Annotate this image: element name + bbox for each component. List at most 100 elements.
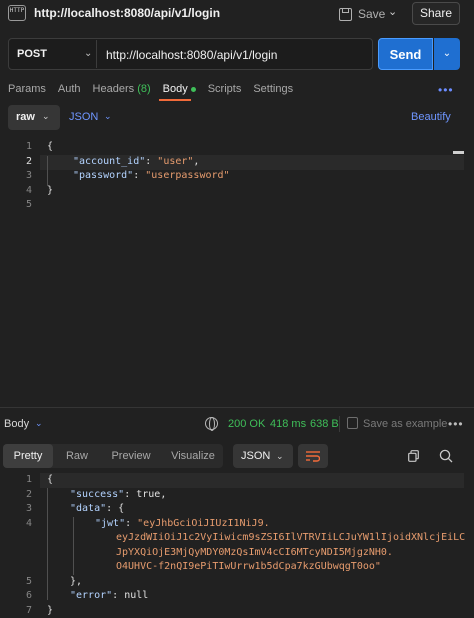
share-button[interactable]: Share: [412, 2, 460, 25]
tab-visualize[interactable]: Visualize: [162, 444, 224, 468]
json-key: "data": [70, 503, 107, 514]
method-chevron-down-icon[interactable]: ⌄: [84, 48, 92, 59]
code-token: {: [47, 474, 54, 485]
body-language-chevron-down-icon[interactable]: ⌄: [104, 111, 112, 122]
json-key: "success": [70, 488, 125, 500]
line-number: 5: [25, 199, 32, 210]
code-line: 3 "data": {: [0, 502, 474, 517]
line-number: 1: [25, 141, 32, 152]
tab-preview[interactable]: Preview: [104, 444, 158, 468]
more-options-icon[interactable]: •••: [438, 83, 454, 97]
tab-headers-label: Headers: [92, 83, 135, 95]
code-token: "jwt": "eyJhbGciOiJIUzI1NiJ9.: [95, 517, 270, 529]
tab-body[interactable]: Body: [163, 83, 196, 95]
code-token: {: [47, 141, 54, 152]
save-icon: [339, 7, 352, 21]
code-token: "success": true,: [70, 488, 167, 500]
tab-scripts[interactable]: Scripts: [208, 83, 242, 95]
json-string: "userpassword": [145, 170, 230, 181]
http-request-icon: HTTP: [8, 5, 26, 21]
globe-icon[interactable]: [205, 417, 218, 431]
code-line: 4}: [0, 184, 474, 199]
tab-settings[interactable]: Settings: [253, 83, 293, 95]
response-more-icon[interactable]: •••: [448, 417, 464, 431]
format-chevron-down-icon[interactable]: ⌄: [276, 451, 284, 462]
save-example-icon: [347, 417, 358, 429]
code-line: 4 "jwt": "eyJhbGciOiJIUzI1NiJ9.: [0, 517, 474, 532]
body-mode-select[interactable]: raw: [8, 105, 60, 130]
code-line: 7}: [0, 604, 474, 618]
send-options-chevron-icon[interactable]: ⌄: [434, 38, 460, 70]
line-number: 3: [25, 503, 32, 514]
body-language-select[interactable]: JSON: [69, 111, 98, 123]
code-token: }: [47, 184, 54, 196]
json-string: eyJzdWIiOiJ1c2VyIiwicm9sZSI6IlVTRVIiLCJu…: [116, 532, 466, 543]
tab-pretty[interactable]: Pretty: [3, 444, 53, 468]
response-body-chevron-down-icon[interactable]: ⌄: [35, 418, 43, 429]
response-body-viewer[interactable]: 1{ 2 "success": true, 3 "data": { 4 "jwt": …: [0, 473, 474, 618]
json-key: "password": [73, 170, 134, 181]
wrap-lines-icon: [306, 451, 320, 462]
tab-params[interactable]: Params: [8, 83, 46, 95]
line-number: 6: [25, 590, 32, 601]
json-key: "account_id": [73, 155, 146, 167]
response-format-select[interactable]: JSON: [233, 444, 293, 468]
json-key: "error": [70, 590, 113, 601]
save-as-example-button[interactable]: Save as example: [363, 418, 447, 430]
code-line: 5},: [0, 575, 474, 590]
url-divider: [96, 40, 97, 68]
line-number: 2: [25, 488, 32, 500]
response-size[interactable]: 638 B: [310, 418, 339, 430]
tab-body-label: Body: [162, 83, 188, 95]
json-string: JpYXQiOjE3MjQyMDY0MzQsImV4cCI6MTcyNDI5Mj…: [116, 546, 393, 558]
save-options-chevron-icon[interactable]: ⌄: [388, 5, 397, 18]
tab-raw[interactable]: Raw: [55, 444, 99, 468]
code-token: }: [47, 604, 54, 616]
code-token: "error": null: [70, 590, 149, 601]
copy-icon[interactable]: [408, 450, 419, 462]
code-token: "password": "userpassword": [73, 170, 230, 181]
json-null: null: [124, 590, 149, 601]
line-number: 7: [25, 604, 32, 616]
response-body-label[interactable]: Body: [4, 418, 29, 430]
status-code[interactable]: 200 OK: [228, 418, 265, 430]
json-key: "jwt": [95, 517, 126, 529]
code-line: 6 "error": null: [0, 589, 474, 604]
code-line: 2 "account_id": "user",: [0, 155, 474, 170]
headers-count-badge: (8): [137, 83, 151, 95]
tab-auth[interactable]: Auth: [58, 83, 81, 95]
code-line: 2 "success": true,: [0, 488, 474, 503]
code-line: 1{: [0, 473, 474, 488]
line-number: 3: [25, 170, 32, 181]
code-line-wrapped: JpYXQiOjE3MjQyMDY0MzQsImV4cCI6MTcyNDI5Mj…: [0, 546, 474, 561]
beautify-button[interactable]: Beautify: [411, 111, 451, 123]
line-number: 4: [25, 517, 32, 529]
request-title[interactable]: http://localhost:8080/api/v1/login: [34, 6, 220, 20]
divider: [339, 416, 340, 432]
code-token: "account_id": "user",: [73, 155, 200, 167]
line-number: 2: [25, 155, 32, 167]
body-mode-chevron-down-icon[interactable]: ⌄: [42, 111, 50, 122]
line-number: 4: [25, 184, 32, 196]
url-input[interactable]: http://localhost:8080/api/v1/login: [106, 48, 277, 62]
save-button[interactable]: Save: [339, 3, 385, 25]
body-modified-dot-icon: [190, 86, 196, 92]
response-time[interactable]: 418 ms: [270, 418, 306, 430]
json-string: "user": [157, 155, 194, 167]
request-body-editor[interactable]: 1 { 2 "account_id": "user", 3 "password": "…: [0, 140, 474, 213]
send-button[interactable]: Send: [378, 38, 433, 70]
line-number: 1: [25, 474, 32, 485]
request-tabs: Params Auth Headers (8) Body Scripts Set…: [8, 83, 305, 95]
code-line: 3 "password": "userpassword": [0, 169, 474, 184]
pane-splitter[interactable]: [0, 407, 474, 408]
search-icon[interactable]: [439, 449, 453, 463]
save-label: Save: [358, 7, 386, 21]
code-line-wrapped: eyJzdWIiOiJ1c2VyIiwicm9sZSI6IlVTRVIiLCJu…: [0, 531, 474, 546]
active-tab-underline: [159, 99, 191, 101]
method-select[interactable]: POST: [17, 48, 47, 60]
code-token: },: [70, 575, 83, 587]
tab-headers[interactable]: Headers (8): [93, 83, 151, 95]
json-string: "eyJhbGciOiJIUzI1NiJ9.: [137, 517, 270, 529]
json-string: O4UHVC-f2nQI9ePiTIwUrrw1b5dCpa7kzGUbwqgT…: [116, 561, 381, 572]
code-line-wrapped: O4UHVC-f2nQI9ePiTIwUrrw1b5dCpa7kzGUbwqgT…: [0, 560, 474, 575]
